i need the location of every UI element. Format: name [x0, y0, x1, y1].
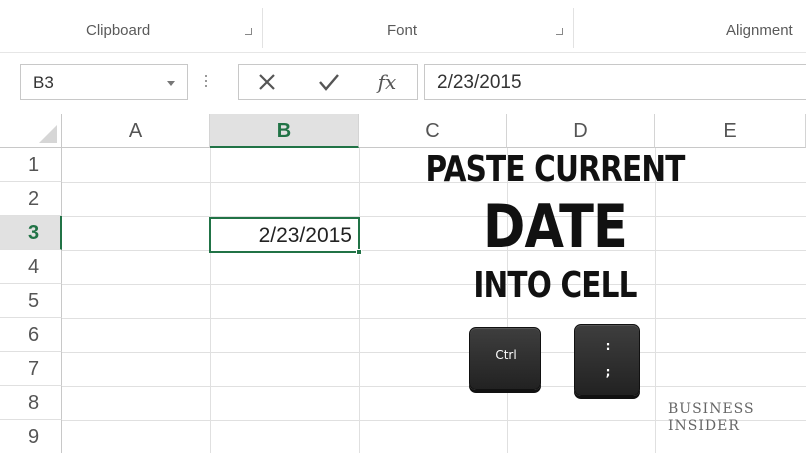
gridline	[210, 148, 211, 453]
x-icon[interactable]	[247, 65, 287, 99]
ribbon-separator	[262, 8, 263, 48]
ctrl-key: Ctrl	[469, 327, 541, 390]
formula-bar: B3 fx 2/23/2015	[0, 58, 806, 104]
select-all-corner[interactable]	[0, 114, 62, 148]
clipboard-launcher-icon[interactable]	[245, 28, 252, 35]
ribbon: Clipboard Font Alignment	[0, 0, 806, 52]
caption-line-3: INTO CELL	[473, 265, 637, 306]
row-header-1[interactable]: 1	[0, 148, 62, 182]
ribbon-group-font: Font	[387, 22, 418, 39]
colon-label: :	[605, 339, 611, 353]
ribbon-group-alignment: Alignment	[726, 22, 793, 39]
caption-line-1: PASTE CURRENT	[425, 149, 685, 190]
row-header-3[interactable]: 3	[0, 216, 62, 250]
row-header-8[interactable]: 8	[0, 386, 62, 420]
column-header-d[interactable]: D	[507, 114, 655, 148]
select-all-icon	[39, 125, 57, 143]
name-box[interactable]: B3	[20, 64, 188, 100]
active-cell-b3[interactable]: 2/23/2015	[209, 217, 362, 255]
row-header-7[interactable]: 7	[0, 352, 62, 386]
formula-buttons: fx	[238, 64, 418, 100]
gridline	[62, 318, 806, 319]
caption-line-2: DATE	[482, 192, 628, 262]
semicolon-label: ;	[605, 365, 611, 379]
ribbon-divider	[0, 52, 806, 53]
ribbon-separator	[573, 8, 574, 48]
gridline	[62, 352, 806, 353]
formula-input[interactable]: 2/23/2015	[424, 64, 806, 100]
row-header-4[interactable]: 4	[0, 250, 62, 284]
formula-value: 2/23/2015	[437, 72, 522, 93]
column-header-a[interactable]: A	[62, 114, 210, 148]
semicolon-key: : ;	[574, 324, 640, 396]
cell-value: 2/23/2015	[258, 224, 352, 247]
row-header-2[interactable]: 2	[0, 182, 62, 216]
logo-line-1: BUSINESS	[668, 401, 755, 417]
check-icon[interactable]	[309, 65, 349, 99]
ribbon-group-clipboard: Clipboard	[86, 22, 151, 39]
column-header-b[interactable]: B	[210, 114, 359, 148]
row-header-9[interactable]: 9	[0, 420, 62, 453]
chevron-down-icon[interactable]	[167, 81, 175, 86]
column-header-c[interactable]: C	[359, 114, 507, 148]
fill-handle[interactable]	[356, 249, 362, 255]
logo-line-2: INSIDER	[668, 418, 740, 434]
row-header-6[interactable]: 6	[0, 318, 62, 352]
ctrl-key-label: Ctrl	[495, 348, 517, 362]
column-header-e[interactable]: E	[655, 114, 806, 148]
row-header-5[interactable]: 5	[0, 284, 62, 318]
grip-dots-icon[interactable]	[204, 72, 208, 92]
name-box-value: B3	[33, 73, 54, 92]
business-insider-logo: BUSINESS INSIDER	[668, 401, 778, 435]
font-launcher-icon[interactable]	[556, 28, 563, 35]
fx-icon[interactable]: fx	[367, 65, 407, 99]
gridline	[62, 386, 806, 387]
gridline	[359, 148, 360, 453]
